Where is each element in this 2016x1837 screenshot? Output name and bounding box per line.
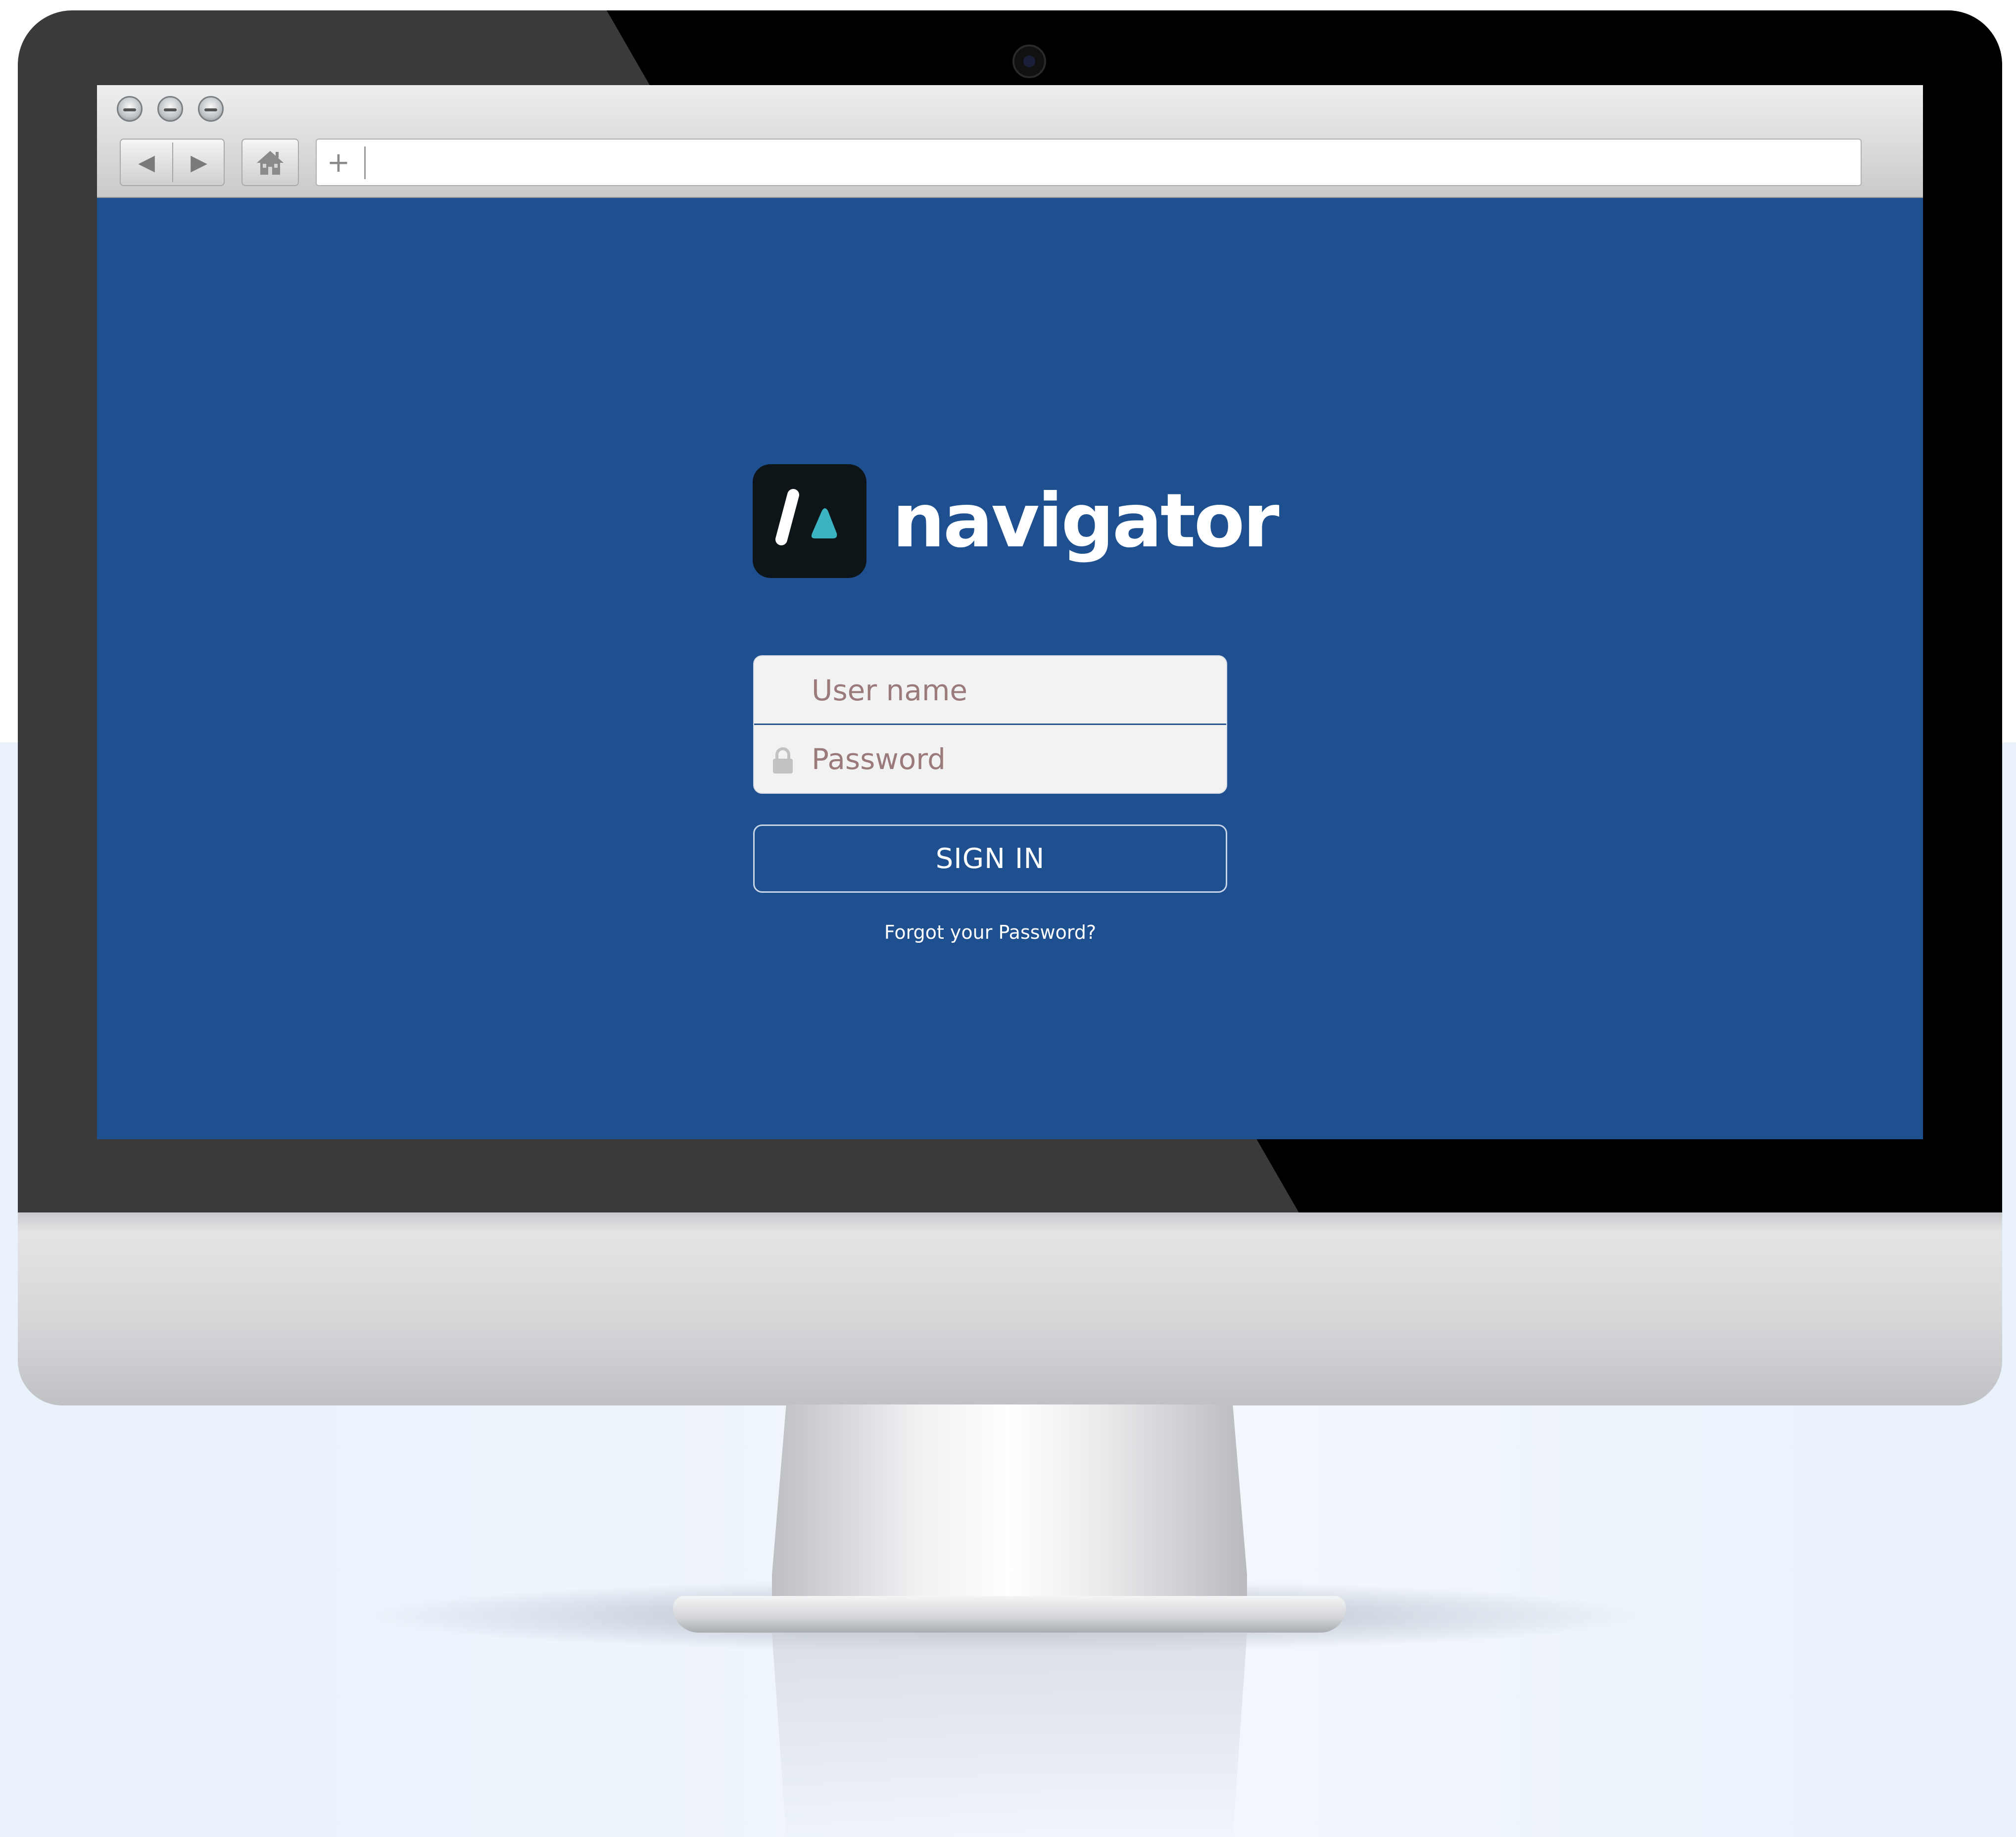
login-fields <box>753 655 1227 794</box>
window-minimize-button[interactable] <box>157 96 183 122</box>
browser-toolbar: ◀ ▶ + <box>97 85 1923 198</box>
password-field <box>754 725 1226 793</box>
forgot-password-link[interactable]: Forgot your Password? <box>753 921 1227 943</box>
monitor-stand-neck <box>772 1404 1247 1617</box>
brand-name: navigator <box>892 478 1280 564</box>
monitor-chin <box>18 1212 2002 1405</box>
navigator-logo-icon <box>753 464 866 578</box>
window-zoom-button[interactable] <box>198 96 224 122</box>
address-bar[interactable]: + <box>316 139 1862 186</box>
forward-icon: ▶ <box>191 149 207 175</box>
camera-icon <box>1012 45 1046 78</box>
lock-icon <box>773 747 793 773</box>
stand-reflection <box>772 1633 1247 1837</box>
window-close-button[interactable] <box>117 96 143 122</box>
home-icon <box>257 151 284 175</box>
browser-window: ◀ ▶ + navigator User name SIGN IN Forgot… <box>97 85 1923 1139</box>
navigation-buttons: ◀ ▶ <box>120 139 225 186</box>
username-input[interactable] <box>812 656 1207 725</box>
monitor-stand-foot <box>673 1596 1346 1633</box>
sign-in-button[interactable]: SIGN IN <box>753 824 1227 893</box>
forward-button[interactable]: ▶ <box>173 140 225 185</box>
username-field <box>754 656 1226 725</box>
new-tab-button[interactable]: + <box>324 145 353 180</box>
password-input[interactable] <box>812 725 1207 793</box>
logo-glyph <box>775 489 837 545</box>
text-caret <box>364 146 366 179</box>
back-button[interactable]: ◀ <box>121 140 172 185</box>
brand-header: navigator <box>753 464 1280 578</box>
back-icon: ◀ <box>138 149 155 175</box>
home-button[interactable] <box>241 139 299 186</box>
